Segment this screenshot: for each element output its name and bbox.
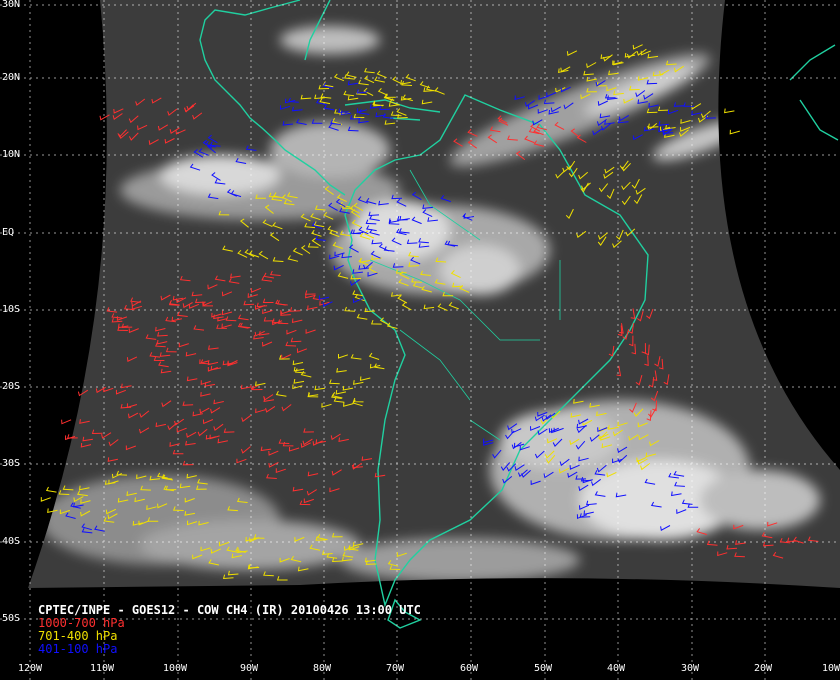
lon-label: 80W xyxy=(313,663,332,674)
lon-label: 110W xyxy=(90,663,115,674)
lat-label: 30N xyxy=(2,0,21,10)
ir-imagery xyxy=(28,0,840,588)
lon-label: 90W xyxy=(240,663,259,674)
lon-label: 40W xyxy=(607,663,626,674)
lat-label: 40S xyxy=(2,536,21,547)
wind-barb xyxy=(724,108,735,114)
map-caption: CPTEC/INPE - GOES12 - COW CH4 (IR) 20100… xyxy=(38,604,421,656)
lon-label: 100W xyxy=(163,663,188,674)
wind-barb xyxy=(729,129,740,135)
wind-barb xyxy=(40,497,51,502)
wind-barb xyxy=(61,419,72,425)
map-canvas xyxy=(0,0,840,680)
legend-high-level: 401-100 hPa xyxy=(38,642,118,656)
lat-label: 20N xyxy=(2,72,21,83)
satellite-wind-map: 30N 20N 10N EQ 10S 20S 30S 40S 50S 120W … xyxy=(0,0,840,680)
lat-label: EQ xyxy=(2,227,15,238)
lon-label: 60W xyxy=(460,663,479,674)
lon-label: 50W xyxy=(534,663,553,674)
lat-label: 10S xyxy=(2,304,21,315)
lat-label: 20S xyxy=(2,381,21,392)
lon-label: 120W xyxy=(18,663,43,674)
lon-label: 20W xyxy=(754,663,773,674)
lon-label: 70W xyxy=(386,663,405,674)
wind-barb xyxy=(45,486,57,493)
lon-label: 10W xyxy=(822,663,840,674)
lat-label: 50S xyxy=(2,613,21,624)
lat-label: 30S xyxy=(2,458,21,469)
lon-label: 30W xyxy=(681,663,700,674)
africa-coastline xyxy=(789,44,839,141)
lat-label: 10N xyxy=(2,149,21,160)
